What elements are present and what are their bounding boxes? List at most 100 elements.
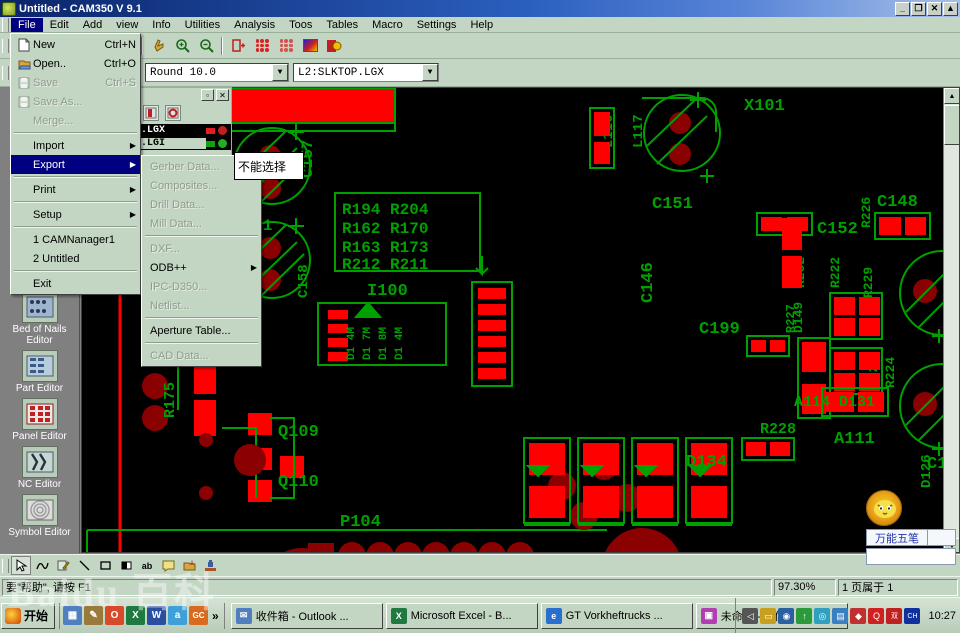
dot-grid-red-icon[interactable] — [251, 35, 273, 56]
sidebar-item-panel-editor[interactable]: Panel Editor — [0, 398, 80, 442]
ime-lang-icon[interactable]: 双 — [886, 608, 903, 624]
layer-color-icon[interactable] — [143, 105, 159, 121]
monitor-icon[interactable]: ▭ — [760, 608, 777, 624]
menu-macro[interactable]: Macro — [365, 18, 410, 32]
layer-panel[interactable]: ▫ ✕ 2.LGX 2.LGI — [132, 87, 232, 157]
color-palette-icon[interactable] — [299, 35, 321, 56]
export-submenu[interactable]: Gerber Data... Composites... Drill Data.… — [141, 155, 262, 367]
ime-composition-input[interactable] — [866, 548, 956, 565]
rectangle-icon[interactable] — [95, 556, 115, 575]
layer-row[interactable]: 2.LGX — [133, 124, 231, 137]
menu-view[interactable]: view — [109, 18, 145, 32]
ime-toolbar[interactable]: 万能五笔 — [866, 529, 956, 546]
lion-ime-icon[interactable] — [866, 490, 902, 526]
chevron-down-icon[interactable]: ▼ — [272, 64, 288, 81]
sidebar-item-part-editor[interactable]: Part Editor — [0, 350, 80, 394]
menu-edit[interactable]: Edit — [43, 18, 76, 32]
menu-item-new[interactable]: New Ctrl+N — [11, 35, 140, 54]
scrollbar-thumb[interactable] — [944, 105, 959, 145]
menu-utilities[interactable]: Utilities — [178, 18, 227, 32]
zoom-out-icon[interactable] — [195, 35, 217, 56]
minimize-button[interactable]: _ — [895, 1, 910, 16]
layer-visibility-dot[interactable] — [206, 127, 215, 134]
file-menu-dropdown[interactable]: New Ctrl+N Open.. Ctrl+O Save Ctrl+S Sav… — [10, 33, 141, 295]
pan-hand-icon[interactable] — [147, 35, 169, 56]
select-arrow-icon[interactable] — [11, 556, 31, 575]
mdi-restore-button[interactable]: ▲ — [943, 1, 958, 16]
access-icon[interactable]: a — [168, 606, 188, 625]
menu-item-recent-1[interactable]: 1 CAMNanager1 — [11, 230, 140, 249]
stamp-icon[interactable] — [200, 556, 220, 575]
show-desktop-icon[interactable]: ▦ — [63, 606, 83, 625]
layer-color-swatch[interactable] — [218, 126, 227, 135]
aperture-select[interactable]: Round 10.0 ▼ — [145, 63, 289, 82]
menu-add[interactable]: Add — [76, 18, 110, 32]
zoom-in-icon[interactable] — [171, 35, 193, 56]
layer-row[interactable]: 2.LGI — [133, 137, 231, 150]
taskbar-button-outlook[interactable]: ✉ 收件箱 - Outlook ... — [230, 602, 383, 629]
network-icon[interactable]: ◉ — [778, 608, 795, 624]
shield-icon[interactable]: ◆ — [850, 608, 867, 624]
ime-ch-icon[interactable]: CH — [904, 608, 921, 624]
sidebar-item-symbol-editor[interactable]: Symbol Editor — [0, 494, 80, 538]
menu-item-print[interactable]: Print ▶ — [11, 180, 140, 199]
ime-extra-area[interactable] — [927, 530, 955, 545]
menu-item-import[interactable]: Import ▶ — [11, 136, 140, 155]
line-icon[interactable] — [74, 556, 94, 575]
menu-analysis[interactable]: Analysis — [227, 18, 282, 32]
word-icon[interactable]: W — [147, 606, 167, 625]
menu-item-setup[interactable]: Setup ▶ — [11, 205, 140, 224]
layer-color-swatch[interactable] — [218, 139, 227, 148]
add-flash-icon[interactable] — [227, 35, 249, 56]
volume-icon[interactable]: ◁ — [742, 608, 759, 624]
text-ab-icon[interactable]: ab — [137, 556, 157, 575]
submenu-item-odbpp[interactable]: ODB++ ▶ — [142, 258, 261, 277]
layer-visibility-dot[interactable] — [206, 140, 215, 147]
scroll-up-button[interactable]: ▲ — [944, 88, 959, 104]
chevron-down-icon[interactable]: ▼ — [422, 64, 438, 81]
opera-browser-icon[interactable]: O — [105, 606, 125, 625]
ime-panel[interactable]: 万能五笔 — [866, 490, 956, 565]
globe-icon[interactable]: ◎ — [814, 608, 831, 624]
note-icon[interactable] — [158, 556, 178, 575]
filled-shape-icon[interactable] — [116, 556, 136, 575]
menu-help[interactable]: Help — [463, 18, 500, 32]
quick-launch-overflow-icon[interactable]: » — [209, 609, 222, 623]
menu-info[interactable]: Info — [145, 18, 177, 32]
menu-file[interactable]: File — [11, 17, 43, 32]
toolbar-grip-2[interactable] — [2, 65, 9, 80]
dot-grid-pink-icon[interactable] — [275, 35, 297, 56]
menu-item-export[interactable]: Export ▶ — [11, 155, 140, 174]
menu-settings[interactable]: Settings — [410, 18, 464, 32]
toolbar-grip-1[interactable] — [2, 38, 9, 53]
sidebar-item-nc-editor[interactable]: NC Editor — [0, 446, 80, 490]
layer-panel-close-button[interactable]: ✕ — [216, 89, 229, 101]
media-player-icon[interactable]: ✎ — [84, 606, 104, 625]
menu-tables[interactable]: Tables — [319, 18, 365, 32]
menu-item-exit[interactable]: Exit — [11, 274, 140, 293]
menu-item-open[interactable]: Open.. Ctrl+O — [11, 54, 140, 73]
computer-icon[interactable]: ▤ — [832, 608, 849, 624]
open-file-a-icon[interactable]: A — [179, 556, 199, 575]
qq-icon[interactable]: Q — [868, 608, 885, 624]
layer-list[interactable]: 2.LGX 2.LGI — [133, 124, 231, 150]
umbrella-icon[interactable]: ↑ — [796, 608, 813, 624]
layer-select[interactable]: L2:SLKTOP.LGX ▼ — [293, 63, 439, 82]
close-button[interactable]: ✕ — [927, 1, 942, 16]
restore-button[interactable]: ❐ — [911, 1, 926, 16]
excel-icon[interactable]: X — [126, 606, 146, 625]
start-button[interactable]: 开始 — [1, 602, 56, 629]
menu-tools[interactable]: Toos — [282, 18, 319, 32]
layer-highlight-icon[interactable] — [165, 105, 181, 121]
edit-trace-icon[interactable] — [53, 556, 73, 575]
taskbar-button-excel[interactable]: X Microsoft Excel - B... — [385, 602, 538, 629]
gc-icon[interactable]: GC — [189, 606, 209, 625]
canvas-vertical-scrollbar[interactable]: ▲ ▼ — [943, 88, 959, 552]
composite-color-icon[interactable] — [323, 35, 345, 56]
menu-item-recent-2[interactable]: 2 Untitled — [11, 249, 140, 268]
menubar-grip[interactable] — [2, 17, 9, 32]
sidebar-item-bed-of-nails-editor[interactable]: Bed of Nails Editor — [0, 291, 80, 346]
submenu-item-aperture-table[interactable]: Aperture Table... — [142, 321, 261, 340]
layer-panel-restore-button[interactable]: ▫ — [201, 89, 214, 101]
taskbar-button-browser[interactable]: e GT Vorkheftrucks ... — [540, 602, 693, 629]
